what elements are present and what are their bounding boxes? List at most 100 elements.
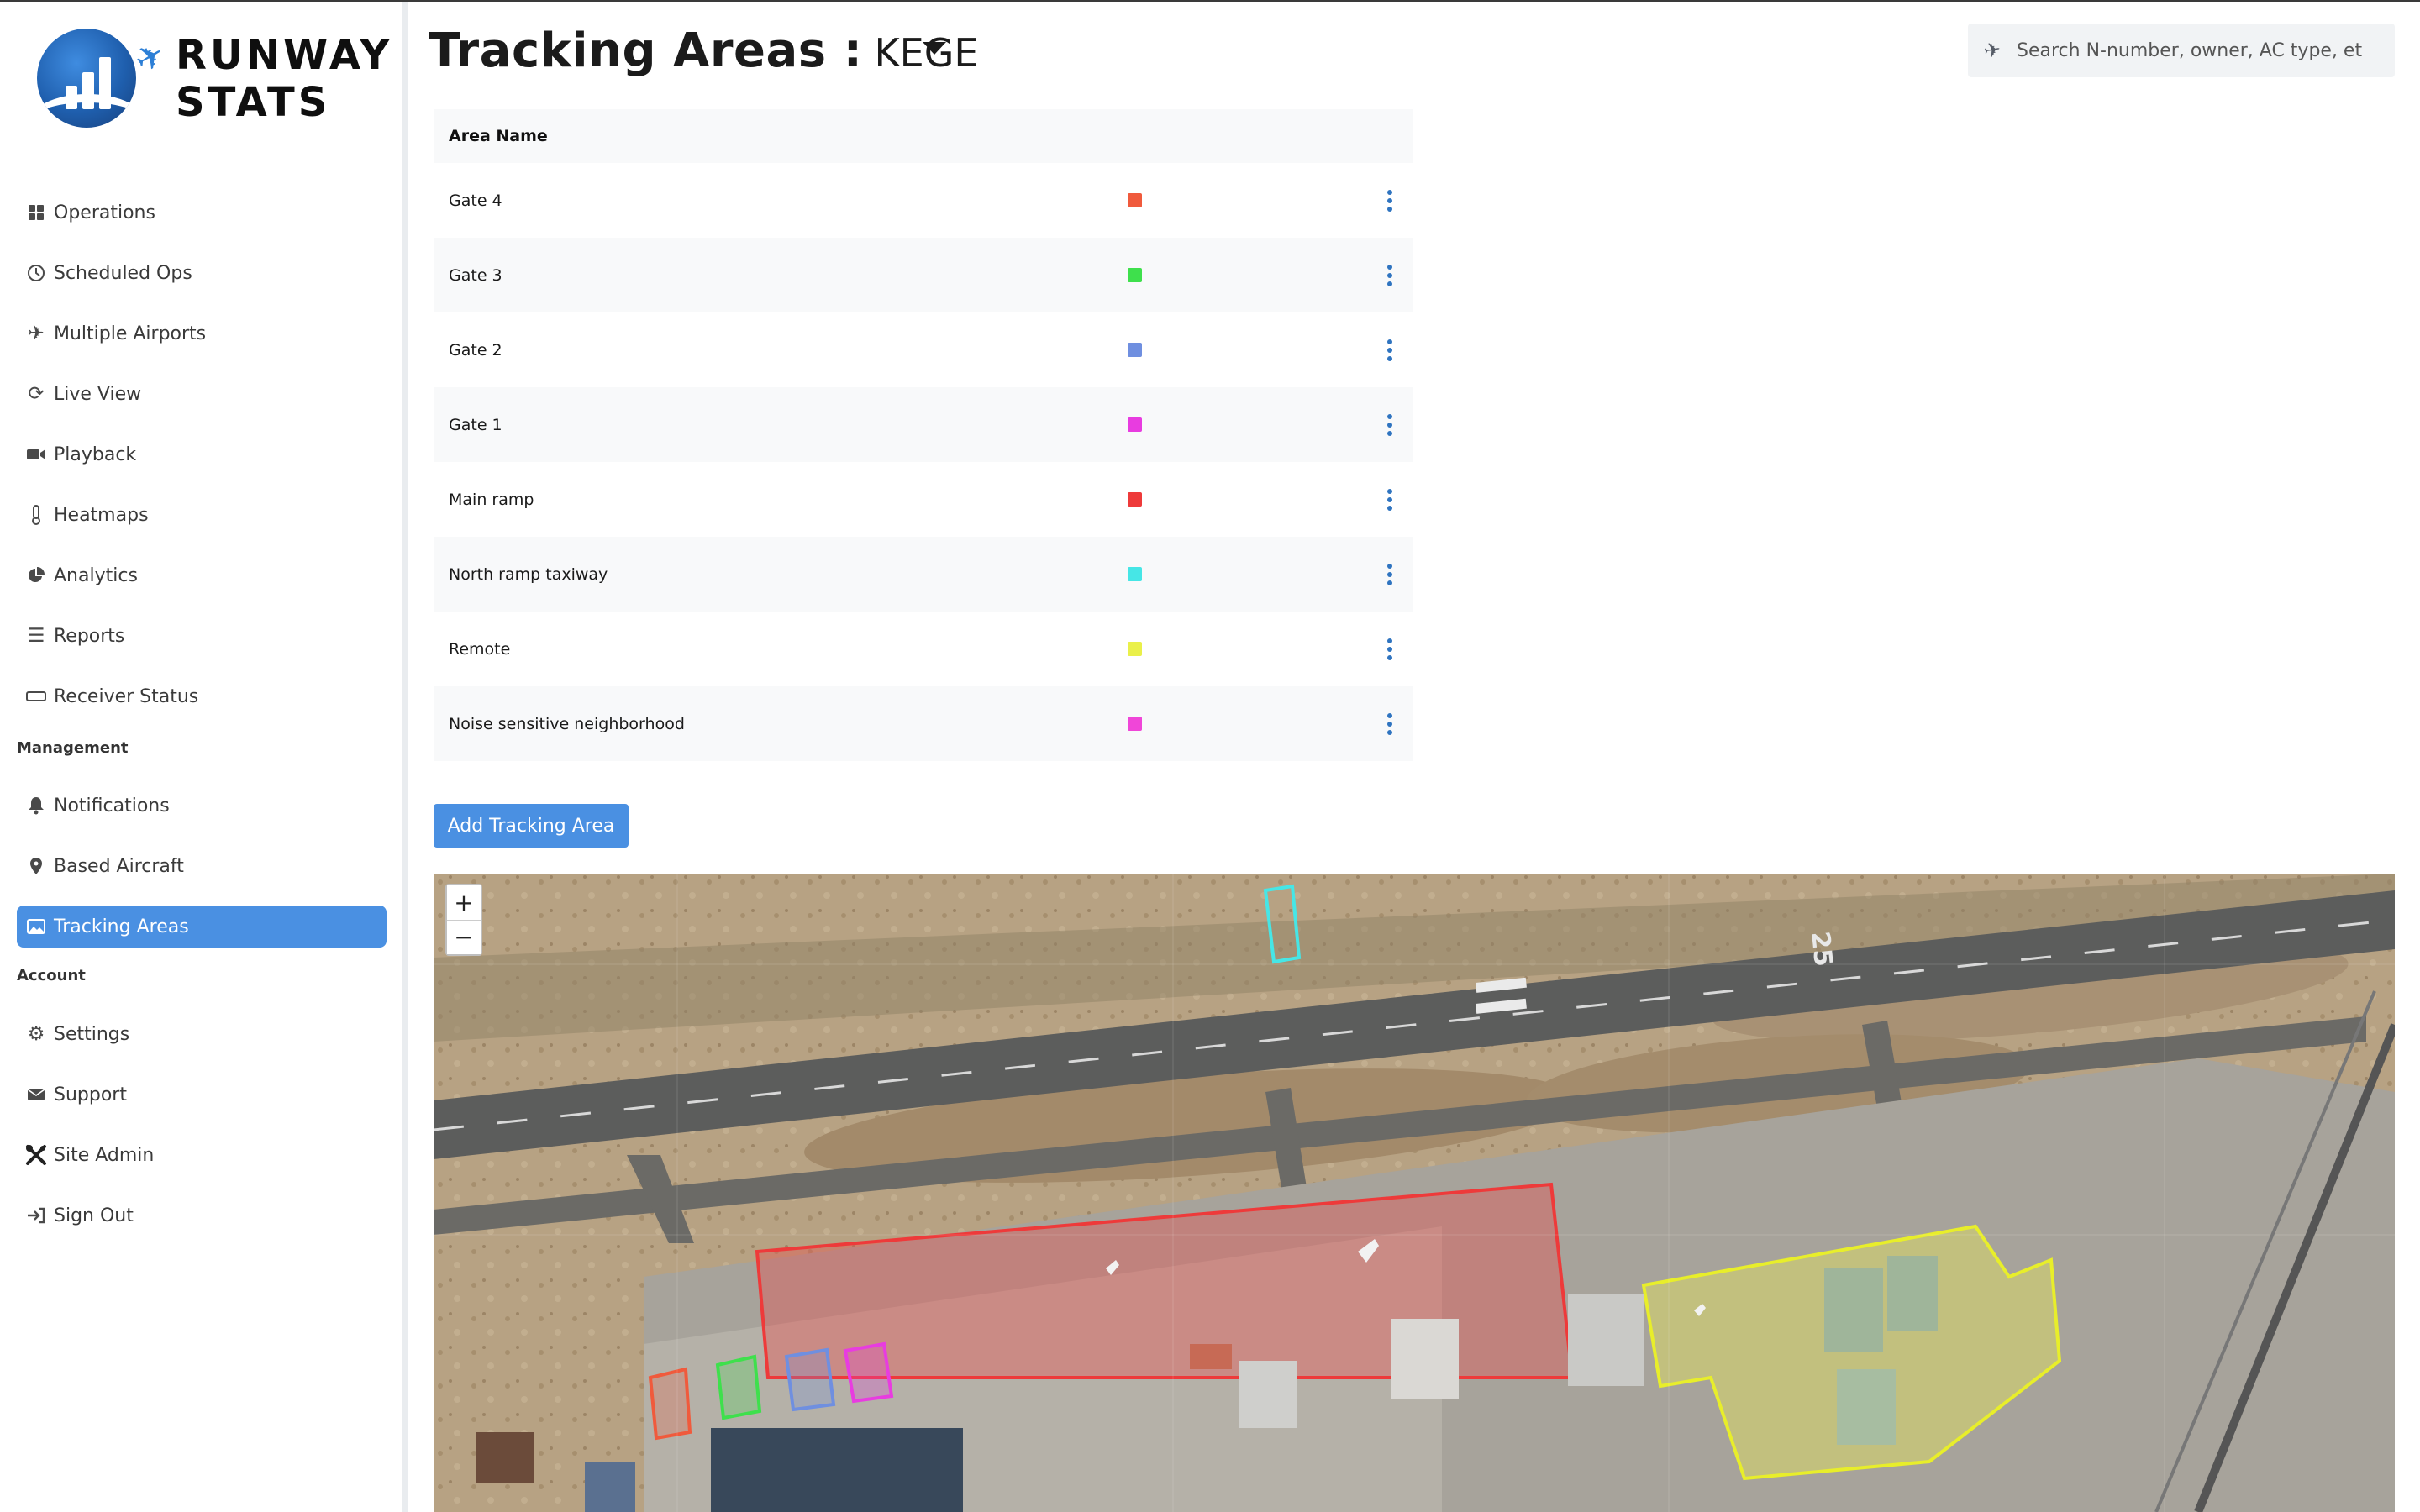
tools-icon [18,1144,54,1166]
sidebar-item-multiple-airports[interactable]: ✈ Multiple Airports [17,312,387,354]
list-icon: ☰ [27,625,45,647]
area-color-swatch [1128,492,1142,507]
sidebar-item-label: Tracking Areas [54,916,189,937]
area-color-swatch [1128,642,1142,656]
section-account: Account [17,967,86,984]
sidebar-item-label: Based Aircraft [54,855,184,877]
sidebar-item-label: Analytics [54,564,138,586]
sidebar-item-support[interactable]: Support [17,1074,387,1116]
area-color-swatch [1128,417,1142,432]
table-row: Gate 3 [434,238,1413,312]
area-color-swatch [1128,193,1142,207]
sidebar-item-label: Operations [54,202,155,223]
plane-icon: ✈ [28,323,45,344]
logo-text: RUNWAY STATS [176,32,393,126]
table-row: Gate 2 [434,312,1413,387]
area-name: Gate 4 [449,191,502,210]
page-title-text: Tracking Areas : [429,24,863,78]
sidebar-item-notifications[interactable]: Notifications [17,785,387,827]
runway-stats-logo[interactable]: ✈ RUNWAY STATS [37,27,390,131]
grid-icon [18,204,54,221]
sidebar-item-label: Receiver Status [54,685,199,707]
sidebar-item-site-admin[interactable]: Site Admin [17,1134,387,1176]
sidebar-item-label: Site Admin [54,1144,155,1166]
zoom-out-button[interactable]: − [447,920,481,954]
sign-out-icon [18,1207,54,1224]
sidebar-item-label: Multiple Airports [54,323,207,344]
row-menu-icon[interactable] [1380,558,1400,591]
area-name: Noise sensitive neighborhood [449,714,685,733]
runway-number: 25 [1805,930,1838,968]
sidebar-item-label: Support [54,1084,127,1105]
area-color-swatch [1128,567,1142,581]
row-menu-icon[interactable] [1380,333,1400,367]
area-name: Remote [449,639,511,659]
sidebar-item-reports[interactable]: ☰ Reports [17,615,387,657]
sidebar-item-label: Reports [54,625,125,647]
search-input[interactable] [2017,39,2386,61]
sidebar-item-label: Settings [54,1023,130,1045]
image-icon [18,919,54,934]
area-color-swatch [1128,343,1142,357]
sidebar-item-playback[interactable]: Playback [17,433,387,475]
page-title: Tracking Areas : KEGE [429,24,978,78]
sidebar-item-operations[interactable]: Operations [17,192,387,234]
area-color-swatch [1128,268,1142,282]
sidebar-item-sign-out[interactable]: Sign Out [17,1194,387,1236]
clock-icon [18,264,54,282]
sidebar-item-label: Scheduled Ops [54,262,192,284]
sidebar-item-live-view[interactable]: ⟳ Live View [17,373,387,415]
map-imagery: 25 [434,874,2395,1512]
sidebar-item-label: Sign Out [54,1205,134,1226]
receiver-icon [18,690,54,702]
sidebar-item-based-aircraft[interactable]: Based Aircraft [17,845,387,887]
section-management: Management [17,739,129,757]
area-name: Gate 3 [449,265,502,285]
thermometer-icon [18,505,54,525]
sidebar-item-label: Notifications [54,795,170,816]
map-pin-icon [18,857,54,875]
table-row: Main ramp [434,462,1413,537]
table-row: Noise sensitive neighborhood [434,686,1413,761]
gear-icon: ⚙ [27,1023,45,1045]
sidebar-item-label: Live View [54,383,142,405]
add-tracking-area-button[interactable]: Add Tracking Area [434,804,629,848]
row-menu-icon[interactable] [1380,184,1400,218]
sidebar-item-receiver-status[interactable]: Receiver Status [17,675,387,717]
zoom-in-button[interactable]: + [447,885,481,920]
tracking-areas-table: Area Name Gate 4 Gate 3 Gate 2 Gate 1 Main r… [434,109,1413,761]
satellite-map[interactable]: 25 [434,874,2395,1512]
row-menu-icon[interactable] [1380,408,1400,442]
sidebar-divider [402,2,408,1512]
area-color-swatch [1128,717,1142,731]
sidebar-item-scheduled-ops[interactable]: Scheduled Ops [17,252,387,294]
table-header: Area Name [434,109,1413,163]
sidebar-item-heatmaps[interactable]: Heatmaps [17,494,387,536]
area-name: North ramp taxiway [449,564,608,584]
row-menu-icon[interactable] [1380,483,1400,517]
bell-icon [18,796,54,815]
sidebar-item-label: Playback [54,444,137,465]
row-menu-icon[interactable] [1380,707,1400,741]
logo-mark-icon [37,29,136,128]
table-row: Gate 4 [434,163,1413,238]
aircraft-search: ✈ [1968,24,2395,77]
row-menu-icon[interactable] [1380,259,1400,292]
refresh-icon: ⟳ [28,383,45,405]
airport-dropdown-caret-icon[interactable] [923,42,946,55]
table-row: Gate 1 [434,387,1413,462]
column-header-area-name: Area Name [449,127,548,145]
row-menu-icon[interactable] [1380,633,1400,666]
area-name: Main ramp [449,490,534,509]
area-name: Gate 2 [449,340,502,360]
video-icon [18,447,54,462]
sidebar-item-settings[interactable]: ⚙ Settings [17,1013,387,1055]
sidebar-item-tracking-areas[interactable]: Tracking Areas [17,906,387,948]
area-name: Gate 1 [449,415,502,434]
map-zoom-control: + − [445,884,482,956]
sidebar: ✈ RUNWAY STATS Operations Scheduled Ops … [0,2,402,1512]
sidebar-item-analytics[interactable]: Analytics [17,554,387,596]
table-row: North ramp taxiway [434,537,1413,612]
plane-search-icon: ✈ [1981,37,2003,64]
pie-chart-icon [18,566,54,585]
